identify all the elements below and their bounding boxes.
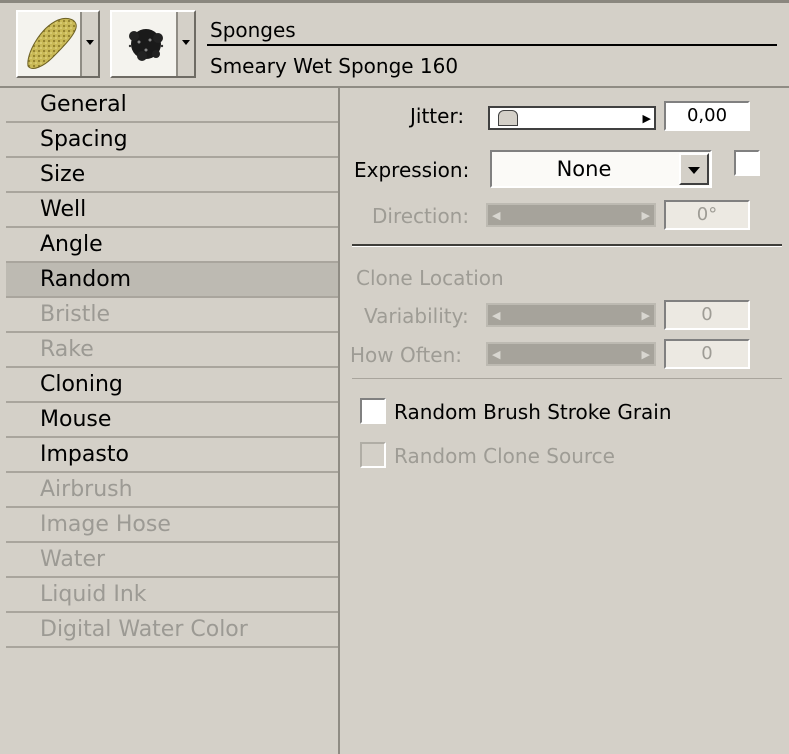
section-divider [352, 244, 782, 247]
arrow-left-icon: ◀ [492, 309, 501, 322]
expression-value: None [556, 157, 612, 181]
category-item-mouse[interactable]: Mouse [6, 403, 338, 438]
category-item-random[interactable]: Random [6, 263, 338, 298]
category-item-well[interactable]: Well [6, 193, 338, 228]
category-item-rake[interactable]: Rake [6, 333, 338, 368]
slider-thumb[interactable] [498, 110, 518, 126]
variant-dropdown-button[interactable] [80, 12, 98, 76]
category-item-size[interactable]: Size [6, 158, 338, 193]
section-divider [352, 378, 782, 379]
category-item-image-hose[interactable]: Image Hose [6, 508, 338, 543]
category-item-general[interactable]: General [6, 88, 338, 123]
category-item-cloning[interactable]: Cloning [6, 368, 338, 403]
chevron-down-icon [86, 40, 94, 45]
arrow-right-icon: ▶ [641, 309, 650, 322]
how-often-label: How Often: [350, 343, 462, 367]
chevron-down-icon [688, 167, 700, 174]
category-item-digital-water-color[interactable]: Digital Water Color [6, 613, 338, 648]
header-divider [207, 44, 777, 46]
expression-dropdown-button[interactable] [679, 153, 709, 185]
arrow-left-icon: ◀ [492, 209, 501, 222]
how-often-slider[interactable]: ◀ ▶ [486, 342, 656, 366]
brush-control-category-list: General Spacing Size Well Angle Random Bristle… [6, 88, 338, 754]
arrow-right-icon[interactable]: ▶ [643, 112, 651, 125]
arrow-right-icon: ▶ [641, 348, 650, 361]
random-clone-source-checkbox[interactable] [360, 442, 386, 468]
dab-type-selector[interactable] [110, 10, 196, 78]
sponge-icon [27, 17, 77, 69]
random-brush-stroke-grain-label[interactable]: Random Brush Stroke Grain [394, 400, 672, 424]
arrow-right-icon: ▶ [641, 209, 650, 222]
expression-label: Expression: [354, 158, 470, 182]
how-often-value-field[interactable]: 0 [664, 339, 750, 369]
dab-dropdown-button[interactable] [176, 12, 194, 76]
jitter-slider[interactable]: ▶ [488, 106, 656, 130]
chevron-down-icon [182, 40, 190, 45]
jitter-value-field[interactable]: 0,00 [664, 101, 750, 131]
dab-icon [128, 29, 164, 61]
jitter-label: Jitter: [410, 104, 465, 128]
category-item-spacing[interactable]: Spacing [6, 123, 338, 158]
window-top-edge [0, 0, 789, 3]
category-item-impasto[interactable]: Impasto [6, 438, 338, 473]
direction-value-field[interactable]: 0° [664, 200, 750, 230]
brush-category-name: Sponges [210, 18, 296, 42]
random-clone-source-label: Random Clone Source [394, 444, 615, 468]
expression-invert-checkbox[interactable] [734, 150, 760, 176]
expression-dropdown[interactable]: None [490, 150, 712, 188]
direction-slider[interactable]: ◀ ▶ [486, 203, 656, 227]
category-item-angle[interactable]: Angle [6, 228, 338, 263]
variability-slider[interactable]: ◀ ▶ [486, 303, 656, 327]
category-item-bristle[interactable]: Bristle [6, 298, 338, 333]
brush-variant-selector[interactable] [16, 10, 100, 78]
clone-location-heading: Clone Location [356, 266, 504, 290]
category-item-airbrush[interactable]: Airbrush [6, 473, 338, 508]
brush-variant-name: Smeary Wet Sponge 160 [210, 54, 459, 78]
arrow-left-icon: ◀ [492, 348, 501, 361]
direction-label: Direction: [372, 204, 470, 228]
category-item-water[interactable]: Water [6, 543, 338, 578]
category-item-liquid-ink[interactable]: Liquid Ink [6, 578, 338, 613]
variability-label: Variability: [364, 304, 469, 328]
list-separator [338, 88, 340, 754]
variability-value-field[interactable]: 0 [664, 300, 750, 330]
random-brush-stroke-grain-checkbox[interactable] [360, 398, 386, 424]
